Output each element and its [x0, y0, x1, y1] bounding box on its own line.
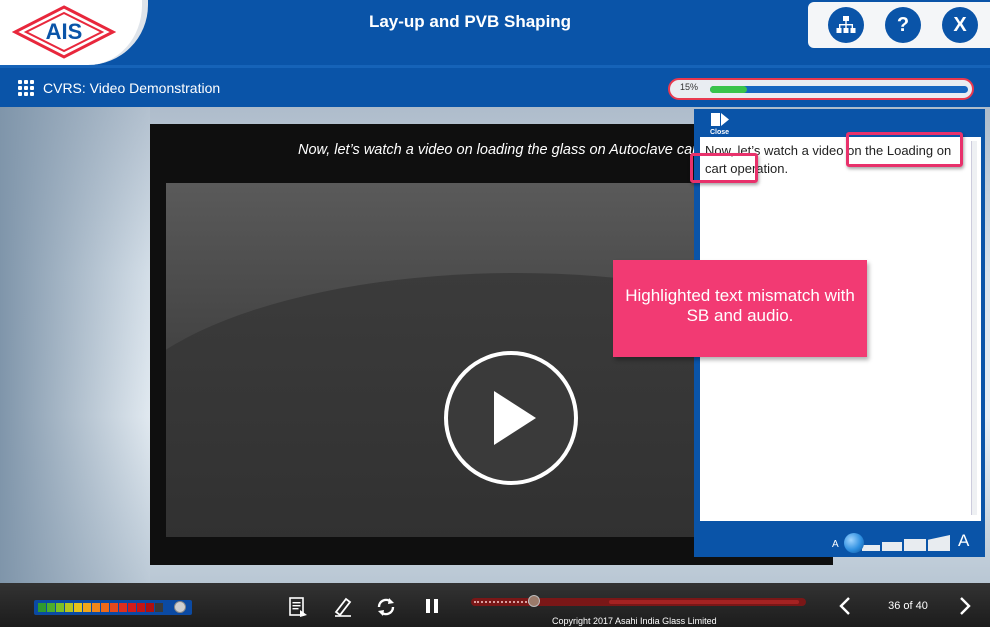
volume-segment [137, 603, 145, 612]
notes-button[interactable] [332, 596, 354, 618]
volume-slider[interactable] [34, 600, 192, 615]
play-button[interactable] [444, 351, 578, 485]
volume-segment [47, 603, 55, 612]
volume-segment [101, 603, 109, 612]
volume-knob[interactable] [174, 601, 186, 613]
volume-segment [56, 603, 64, 612]
play-icon [494, 391, 536, 445]
progress-fill [710, 86, 747, 93]
review-callout: Highlighted text mismatch with SB and au… [613, 260, 867, 357]
size-step[interactable] [862, 545, 880, 551]
font-size-knob[interactable] [844, 533, 864, 553]
volume-segment [38, 603, 46, 612]
collapse-panel-icon [711, 113, 729, 126]
volume-segment [155, 603, 163, 612]
chevron-left-icon [839, 597, 850, 615]
chevron-right-icon [960, 597, 971, 615]
pause-button[interactable] [424, 596, 446, 618]
exit-button[interactable]: X [942, 7, 978, 43]
transcript-scrollbar[interactable] [971, 141, 977, 515]
help-button[interactable]: ? [885, 7, 921, 43]
previous-button[interactable] [838, 596, 860, 618]
progress-track [710, 86, 968, 93]
volume-segment [128, 603, 136, 612]
stage-shade [0, 107, 150, 583]
replay-icon [377, 598, 395, 616]
transcript-close-button[interactable]: Close [704, 112, 734, 138]
transcript-button[interactable] [288, 596, 310, 618]
pause-icon [426, 599, 438, 613]
volume-segment [92, 603, 100, 612]
logo: AIS [0, 0, 148, 65]
highlight-box [690, 153, 758, 183]
font-small-label: A [832, 539, 839, 550]
volume-segment [146, 603, 154, 612]
seek-buffer [609, 600, 799, 604]
edit-icon [334, 597, 352, 617]
volume-segment [83, 603, 91, 612]
sitemap-button[interactable] [828, 7, 864, 43]
page-counter: 36 of 40 [888, 600, 928, 612]
volume-segment [74, 603, 82, 612]
size-step[interactable] [904, 539, 926, 551]
course-progress: 15% [668, 78, 974, 100]
size-step[interactable] [928, 535, 950, 551]
menu-grid-icon[interactable] [18, 80, 34, 96]
logo-text: AIS [45, 19, 83, 44]
seek-bar[interactable] [471, 595, 806, 607]
highlight-box [846, 132, 963, 167]
top-header: AIS Lay-up and PVB Shaping ? X [0, 0, 990, 65]
replay-button[interactable] [375, 596, 397, 618]
close-label: Close [710, 129, 730, 136]
seek-knob[interactable] [528, 595, 540, 607]
sitemap-icon [836, 16, 856, 33]
course-title: Lay-up and PVB Shaping [368, 12, 572, 31]
next-button[interactable] [958, 596, 980, 618]
font-size-control[interactable]: A A [832, 529, 972, 553]
top-button-group: ? X [808, 2, 990, 48]
volume-segment [65, 603, 73, 612]
transcript-icon [289, 597, 307, 617]
progress-label: 15% [680, 82, 699, 92]
font-large-label: A [958, 531, 970, 550]
module-title: CVRS: Video Demonstration [43, 80, 221, 96]
volume-segment [119, 603, 127, 612]
module-bar: CVRS: Video Demonstration 15% [0, 65, 990, 107]
seek-played [474, 601, 530, 603]
player-controls: 36 of 40 Copyright 2017 Asahi India Glas… [0, 583, 990, 627]
volume-segment [110, 603, 118, 612]
copyright-text: Copyright 2017 Asahi India Glass Limited [552, 616, 717, 626]
size-step[interactable] [882, 542, 902, 551]
